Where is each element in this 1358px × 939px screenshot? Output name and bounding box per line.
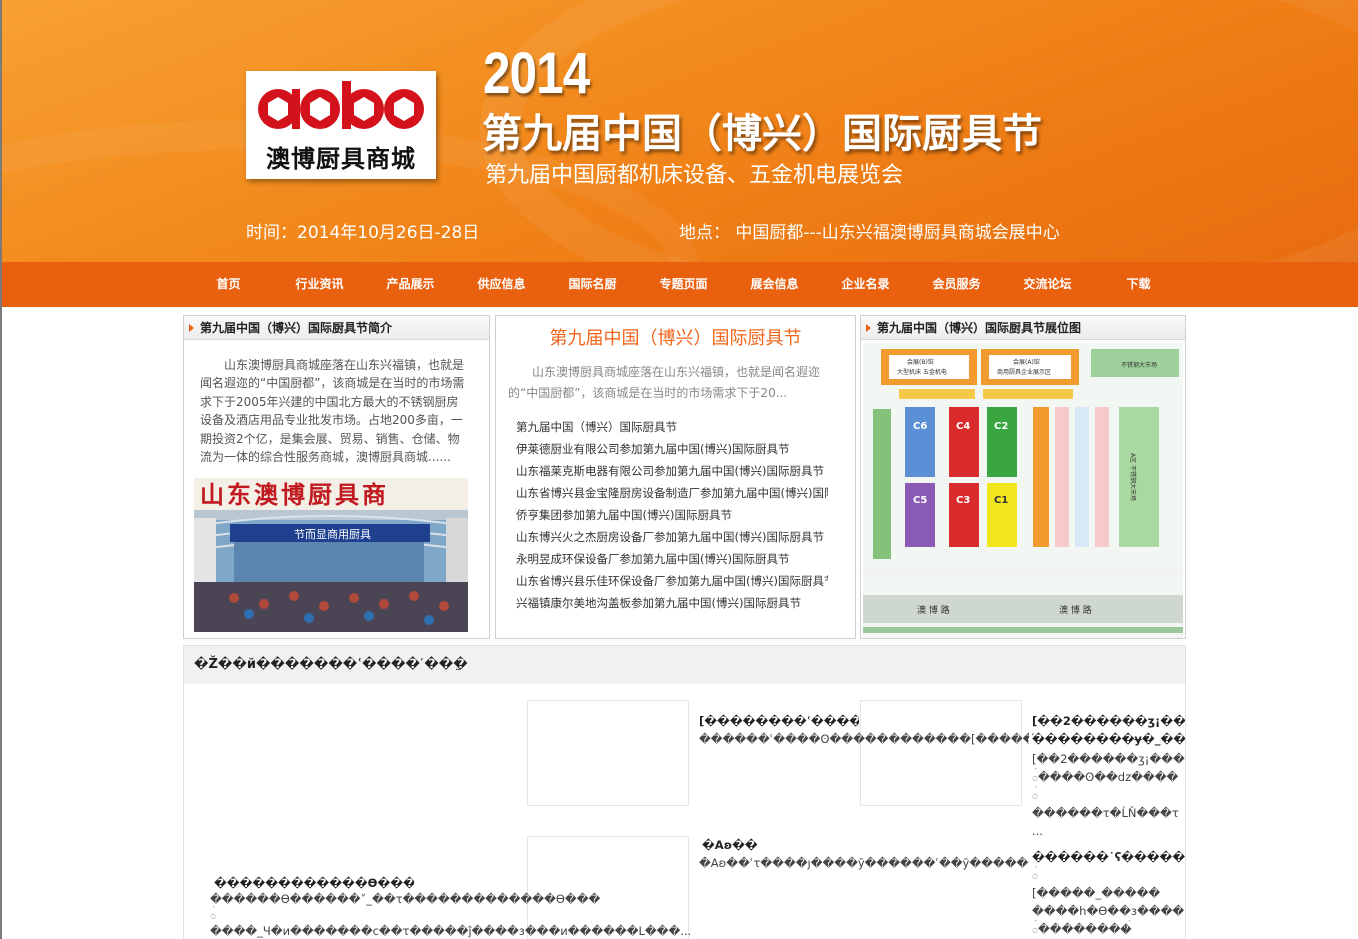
news-list-item[interactable]: 山东省博兴县金宝隆厨房设备制造厂参加第九届中国(博兴)国际厨具节 — [516, 482, 828, 504]
svg-text:C2: C2 — [994, 421, 1008, 432]
logo-text: 澳博厨具商城 — [266, 144, 416, 173]
photo-sign-text: 山东澳博厨具商 — [200, 480, 389, 509]
news-block-text: ꪿��������꪿ — [1032, 922, 1132, 936]
thumbnail-placeholder[interactable] — [860, 700, 1022, 806]
nav-item[interactable]: 行业资讯 — [274, 262, 365, 307]
nav-item[interactable]: 展会信息 — [729, 262, 820, 307]
news-block-text: ... — [1032, 824, 1043, 838]
photo-banner-text: 节而显商用厨具 — [294, 527, 371, 541]
news-block-text: [�����_����� — [1032, 886, 1161, 900]
intro-panel-title: 第九届中国（博兴）国际厨具节简介 — [200, 321, 393, 335]
news-list-item[interactable]: 山东博兴火之杰厨房设备厂参加第九届中国(博兴)国际厨具节 — [516, 526, 828, 548]
thumbnail-placeholder[interactable] — [527, 700, 689, 806]
news-panel: 第九届中国（博兴）国际厨具节 山东澳博厨具商城座落在山东兴福镇，也就是闻名遐迩的… — [495, 315, 856, 639]
aobo-logo-mark: aobo — [258, 81, 424, 129]
svg-text:C5: C5 — [913, 495, 927, 506]
news-block-text: ������ʿ����ʘ������������[�������� — [699, 732, 1029, 746]
nav-item[interactable]: 企业名录 — [820, 262, 911, 307]
news-block-text: ������τ�ĹŇ���τ — [1032, 806, 1179, 820]
svg-text:A区 不锈钢大市场: A区 不锈钢大市场 — [1129, 453, 1137, 501]
news-list-item[interactable]: 伊莱德厨业有限公司参加第九届中国(博兴)国际厨具节 — [516, 438, 828, 460]
mall-photo-image: 山东澳博厨具商 节而显商用厨具 — [194, 478, 468, 632]
event-year: 2014 — [483, 41, 590, 106]
news-list: 第九届中国（博兴）国际厨具节 伊莱德厨业有限公司参加第九届中国(博兴)国际厨具节山… — [516, 416, 828, 614]
nav-item[interactable]: 产品展示 — [365, 262, 456, 307]
svg-text:C4: C4 — [956, 421, 970, 432]
svg-text:商用厨具企业展示区: 商用厨具企业展示区 — [997, 368, 1051, 376]
site-logo[interactable]: aobo 澳博厨具商城 — [246, 71, 436, 179]
news-block-title[interactable]: [��������ʿ�������̩�_ — [699, 712, 859, 731]
window-edge — [0, 0, 2, 939]
svg-text:不锈钢大市场: 不锈钢大市场 — [1121, 361, 1157, 369]
nav-item[interactable]: 会员服务 — [911, 262, 1002, 307]
news-list-item[interactable]: 第九届中国（博兴）国际厨具节 — [516, 416, 828, 438]
nav-item[interactable]: 专题页面 — [638, 262, 729, 307]
news-list-item[interactable]: 永明昱成环保设备厂参加第九届中国(博兴)国际厨具节 — [516, 548, 828, 570]
floorplan-panel-title: 第九届中国（博兴）国际厨具节展位图 — [877, 321, 1082, 335]
floorplan-panel-heading: 第九届中国（博兴）国际厨具节展位图 — [861, 316, 1185, 340]
arrow-right-icon — [189, 324, 194, 332]
booth-floorplan-map[interactable]: 会展(B)馆 大型机床 五金机电 会展(A)馆 商用厨具企业展示区 不锈钢大市场… — [863, 343, 1183, 638]
news-list-item[interactable]: 山东福莱克斯电器有限公司参加第九届中国(博兴)国际厨具节 — [516, 460, 828, 482]
news-list-item[interactable]: 山东省博兴县乐佳环保设备厂参加第九届中国(博兴)国际厨具节 — [516, 570, 828, 592]
news-block-text: ֜��������ɏ�_��� — [1032, 732, 1186, 746]
news-block-title[interactable]: �Aʚ�� — [702, 836, 852, 855]
news-block-title[interactable]: ������˙ʕ������˞ — [1032, 848, 1185, 867]
news-panel-title[interactable]: 第九届中国（博兴）国际厨具节 — [496, 324, 855, 350]
floorplan-panel: 第九届中国（博兴）国际厨具节展位图 会展(B)馆 大型机床 五金机电 会展(A)… — [860, 315, 1186, 639]
news-block-text: ꪿ — [1032, 788, 1038, 802]
news-block-text: ����h�Ө��з���� — [1032, 904, 1185, 918]
event-time: 时间：2014年10月26日-28日 — [246, 223, 480, 243]
news-summary: 山东澳博厨具商城座落在山东兴福镇，也就是闻名遐迩的“中国厨都”，该商城是在当时的… — [508, 365, 821, 400]
event-place: 地点： 中国厨都---山东兴福澳博厨具商城会展中心 — [679, 223, 1060, 243]
news-list-item[interactable]: 兴福镇康尔美地沟盖板参加第九届中国(博兴)国际厨具节 — [516, 592, 828, 614]
intro-panel: 第九届中国（博兴）国际厨具节简介 山东澳博厨具商城座落在山东兴福镇，也就是闻名遐… — [183, 315, 490, 639]
news-block-text: ꪿ — [1032, 868, 1038, 882]
nav-item[interactable]: 下载 — [1093, 262, 1184, 307]
nav-item[interactable]: 首页 — [183, 262, 274, 307]
floorplan-image: 会展(B)馆 大型机床 五金机电 会展(A)馆 商用厨具企业展示区 不锈钢大市场… — [863, 343, 1183, 638]
news-block-text: �Aʚ��ʿτ����ȷ����ӯ������ʿ��ӯ������ — [699, 856, 1029, 870]
news-block-text: [��2������ʒ¡��� — [1032, 752, 1185, 766]
svg-text:澳 博 路: 澳 博 路 — [1059, 604, 1092, 616]
svg-text:会展(B)馆: 会展(B)馆 — [907, 358, 934, 366]
svg-text:澳 博 路: 澳 博 路 — [917, 604, 950, 616]
nav-item[interactable]: 供应信息 — [456, 262, 547, 307]
news-list-item[interactable]: 侨亨集团参加第九届中国(博兴)国际厨具节 — [516, 504, 828, 526]
svg-text:大型机床 五金机电: 大型机床 五金机电 — [897, 368, 947, 376]
nav-item[interactable]: 国际名厨 — [547, 262, 638, 307]
news-block-text: ꪿����ʘ��dz���� — [1032, 770, 1179, 784]
intro-panel-heading: 第九届中国（博兴）国际厨具节简介 — [184, 316, 489, 340]
svg-text:会展(A)馆: 会展(A)馆 — [1013, 358, 1040, 366]
bottom-section-heading: �ּŽ��й�������ʿ����˹��ֵ� — [184, 646, 1185, 684]
header-banner: aobo 澳博厨具商城 2014 第九届中国（博兴）国际厨具节 第九届中国厨都机… — [0, 0, 1358, 262]
event-title: 第九届中国（博兴）国际厨具节 — [482, 111, 1042, 157]
svg-text:C1: C1 — [994, 495, 1008, 506]
news-block-title[interactable]: [��2������ʒ¡��� — [1032, 712, 1185, 731]
arrow-right-icon — [866, 324, 871, 332]
main-nav: 首页 行业资讯 产品展示 供应信息 国际名厨 专题页面 展会信息 企业名录 会员服务 交流论坛 下载 — [0, 262, 1358, 307]
news-block-text: ����_Ч�и�������с��τ�����ĵ����з���и������… — [210, 924, 690, 938]
bottom-section: �ּŽ��й�������ʿ����˹��ֵ� [��������ʿ���� ��… — [183, 645, 1186, 939]
event-subtitle: 第九届中国厨都机床设备、五金机电展览会 — [485, 163, 904, 188]
svg-text:C3: C3 — [956, 495, 970, 506]
mall-photo[interactable]: 山东澳博厨具商 节而显商用厨具 — [194, 478, 468, 632]
svg-text:C6: C6 — [913, 421, 927, 432]
nav-item[interactable]: 交流论坛 — [1002, 262, 1093, 307]
intro-text: 山东澳博厨具商城座落在山东兴福镇，也就是闻名遐迩的“中国厨都”，该商城是在当时的… — [200, 358, 465, 465]
